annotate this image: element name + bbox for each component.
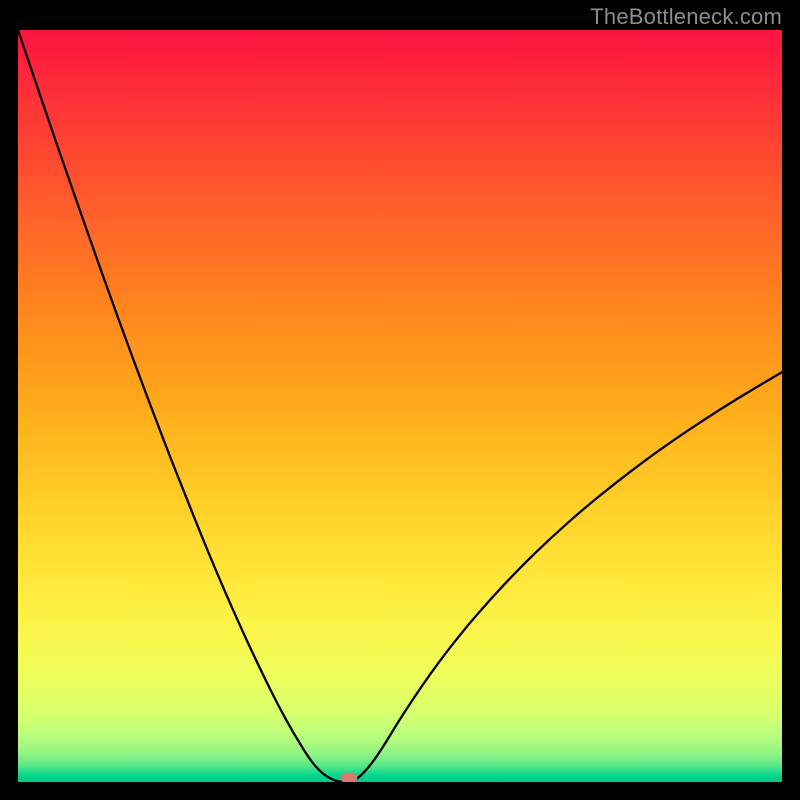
plot-area: [18, 30, 782, 782]
chart-svg: [18, 30, 782, 782]
gradient-background: [18, 30, 782, 782]
watermark-text: TheBottleneck.com: [590, 4, 782, 30]
chart-container: TheBottleneck.com: [0, 0, 800, 800]
